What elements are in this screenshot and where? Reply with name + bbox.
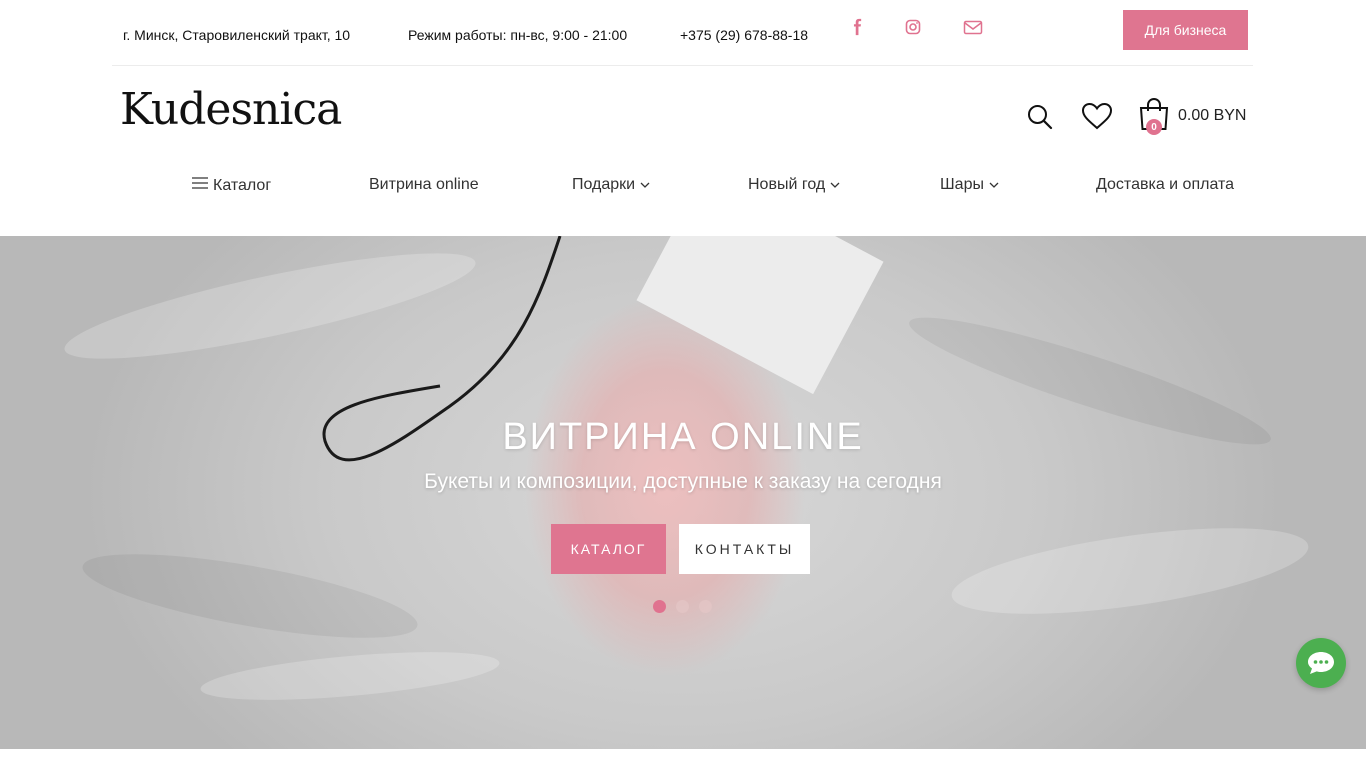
hero-slider: ВИТРИНА ONLINE Букеты и композиции, дост…	[0, 236, 1366, 749]
hero-title: ВИТРИНА ONLINE	[502, 416, 864, 458]
chat-bubble-icon	[1308, 652, 1334, 674]
nav-gifts-label: Подарки	[572, 176, 636, 193]
nav-delivery-label: Доставка и оплата	[1096, 176, 1235, 193]
hero-background	[198, 643, 502, 709]
nav-new-year[interactable]: Новый год	[748, 176, 840, 194]
search-icon[interactable]	[1027, 104, 1053, 135]
facebook-icon[interactable]	[849, 18, 869, 38]
wishlist-heart-icon[interactable]	[1081, 102, 1113, 135]
slider-dot-active[interactable]	[653, 600, 666, 613]
chat-widget-button[interactable]	[1296, 638, 1346, 688]
instagram-icon[interactable]	[904, 18, 924, 38]
cart-count-badge: 0	[1146, 119, 1162, 135]
for-business-button[interactable]: Для бизнеса	[1123, 10, 1248, 50]
chevron-down-icon	[830, 182, 840, 188]
hero-subtitle: Букеты и композиции, доступные к заказу …	[424, 470, 942, 493]
hero-background	[946, 511, 1314, 631]
nav-vitrina-online[interactable]: Витрина online	[369, 176, 479, 194]
nav-catalog-label: Каталог	[213, 176, 272, 194]
cart-total[interactable]: 0.00 BYN	[1178, 107, 1246, 125]
nav-vitrina-label: Витрина online	[369, 176, 479, 193]
slider-dot[interactable]	[699, 600, 712, 613]
slider-dot[interactable]	[676, 600, 689, 613]
phone-link[interactable]: +375 (29) 678-88-18	[680, 27, 808, 43]
nav-gifts[interactable]: Подарки	[572, 176, 650, 194]
nav-delivery[interactable]: Доставка и оплата	[1096, 176, 1234, 194]
hero-background	[77, 536, 423, 656]
menu-icon	[192, 176, 208, 195]
hero-background	[636, 236, 884, 395]
working-hours-text: Режим работы: пн-вс, 9:00 - 21:00	[408, 27, 628, 43]
top-bar: г. Минск, Старовиленский тракт, 10 Режим…	[112, 0, 1253, 66]
nav-balloons[interactable]: Шары	[940, 176, 999, 194]
hero-catalog-button[interactable]: КАТАЛОГ	[551, 524, 666, 574]
hero-contacts-button[interactable]: КОНТАКТЫ	[679, 524, 810, 574]
mail-icon[interactable]	[963, 18, 983, 38]
nav-catalog[interactable]: Каталог	[192, 176, 271, 195]
address-text: г. Минск, Старовиленский тракт, 10	[123, 27, 351, 43]
chevron-down-icon	[989, 182, 999, 188]
nav-new-year-label: Новый год	[748, 176, 826, 193]
nav-balloons-label: Шары	[940, 176, 984, 193]
site-logo[interactable]: Kudesnica	[120, 88, 342, 132]
chevron-down-icon	[640, 182, 650, 188]
